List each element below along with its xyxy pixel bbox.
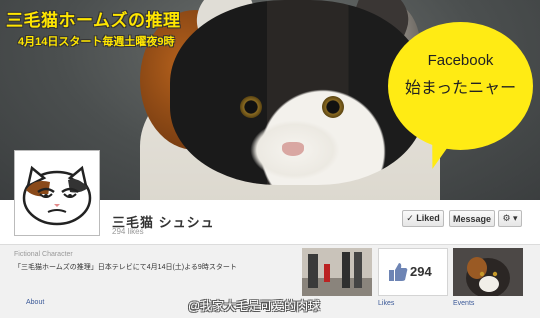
likes-app-label[interactable]: Likes (378, 300, 394, 307)
page-description: 「三毛猫ホームズの推理」日本テレビにて4月14日(土)よる9時スタート (14, 264, 237, 271)
speech-bubble-line1: Facebook (427, 52, 494, 69)
events-app-label[interactable]: Events (453, 300, 474, 307)
photos-thumbnail[interactable] (302, 248, 372, 296)
cat-eye-left (240, 96, 262, 118)
page-category: Fictional Character (14, 251, 73, 258)
cat-nose (282, 142, 304, 156)
liked-button[interactable]: ✓ Liked (402, 210, 444, 227)
gear-icon[interactable]: ⚙ ▾ (498, 210, 522, 227)
message-button[interactable]: Message (449, 210, 495, 227)
cat-eye-right (322, 96, 344, 118)
profile-picture[interactable] (14, 150, 100, 236)
cartoon-cat-avatar (18, 154, 96, 232)
about-link[interactable]: About (26, 299, 44, 306)
cartoon-cat-icon (22, 165, 92, 226)
watermark-text: @我家大毛是可爱的肉球 (188, 299, 321, 313)
facebook-page: 三毛猫ホームズの推理 4月14日スタート毎週土曜夜9時 Facebook 始まっ… (0, 0, 540, 318)
show-title: 三毛猫ホームズの推理 (6, 11, 181, 30)
events-thumbnail[interactable] (453, 248, 523, 296)
likes-count-text: 294 likes (112, 227, 144, 236)
show-airtime: 4月14日スタート毎週土曜夜9時 (18, 36, 175, 48)
speech-bubble-line2: 始まったニャー (404, 80, 517, 97)
events-cat-image (453, 248, 523, 296)
thumbs-up-icon (389, 263, 408, 281)
likes-number: 294 (410, 264, 432, 279)
photo-scene-image (302, 248, 372, 296)
